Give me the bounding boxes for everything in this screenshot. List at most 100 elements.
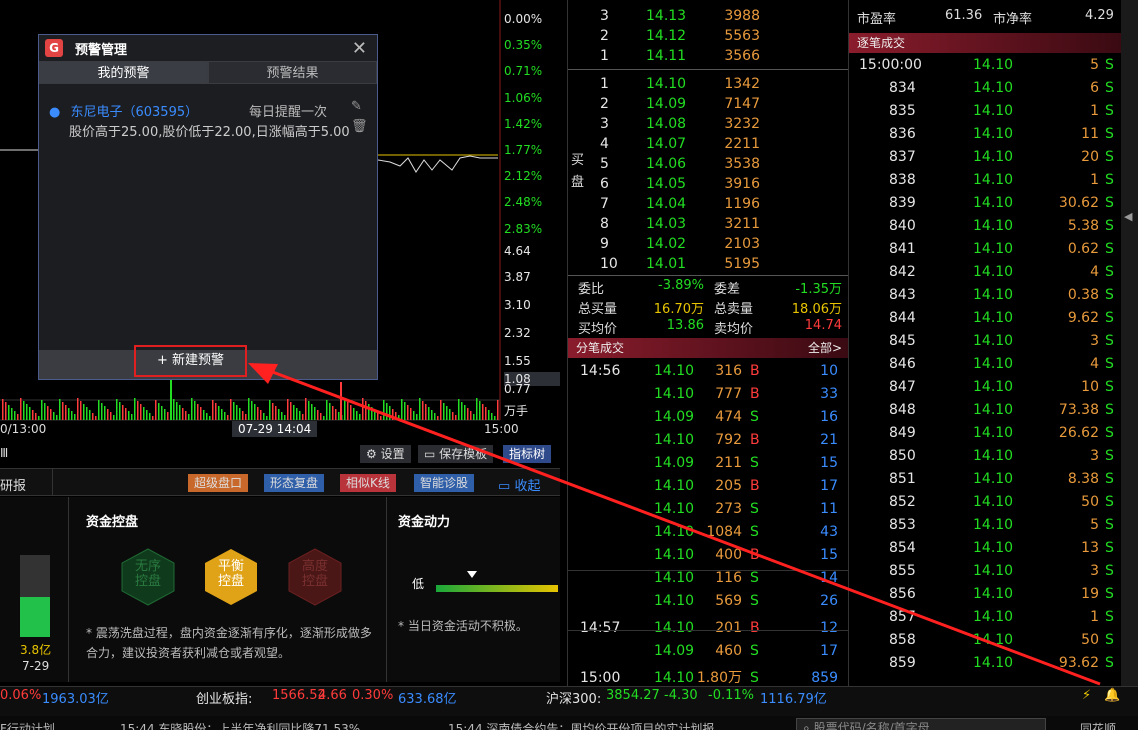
- smart-diagnosis-button[interactable]: 智能诊股: [414, 474, 475, 492]
- tick-row: 850 14.10 3 S: [849, 445, 1121, 468]
- alert-item[interactable]: ● 东尼电子（603595） 每日提醒一次 ✎: [49, 99, 369, 120]
- time-right-label: 15:00: [484, 422, 519, 436]
- tick-side: S: [1105, 287, 1114, 303]
- fenbi-count: 33: [820, 386, 838, 402]
- collapse-arrow-icon[interactable]: ◀: [1124, 210, 1132, 223]
- fenbi-row: 14.09 460 S 17: [568, 640, 848, 663]
- tick-side: S: [1105, 195, 1114, 211]
- fenbi-price: 14.09: [654, 643, 695, 659]
- sell-level-row: 1 14.11 3566: [568, 45, 848, 68]
- pb-value: 4.29: [1085, 8, 1114, 23]
- new-alert-button[interactable]: + 新建预警: [134, 345, 247, 377]
- pattern-review-button[interactable]: 形态复盘: [264, 474, 325, 492]
- dialog-tabs: 我的预警 预警结果: [39, 61, 377, 84]
- tick-volume: 0.62: [1067, 241, 1099, 257]
- pb-label: 市净率: [993, 12, 1033, 27]
- tick-side: S: [1105, 264, 1114, 280]
- tick-volume: 8.38: [1067, 471, 1099, 487]
- toolbar-bars-icon[interactable]: Ⅲ: [0, 446, 8, 460]
- cyb-label[interactable]: 创业板指:: [196, 688, 252, 707]
- tick-row: 840 14.10 5.38 S: [849, 215, 1121, 238]
- tick-id: 842: [889, 264, 916, 280]
- avg-sell-label: 卖均价: [714, 322, 754, 337]
- tick-id: 839: [889, 195, 916, 211]
- tick-id: 834: [889, 80, 916, 96]
- fenbi-all-link[interactable]: 全部>: [808, 338, 842, 358]
- volume-label: 1.55: [504, 354, 531, 368]
- tab-alert-results[interactable]: 预警结果: [208, 61, 377, 84]
- settings-button[interactable]: ⚙ 设置: [360, 445, 411, 463]
- bell-icon[interactable]: 🔔: [1104, 688, 1120, 703]
- tick-panel: 市盈率 61.36 市净率 4.29 逐笔成交 15:00:00 14.10 5 S 8…: [849, 0, 1121, 688]
- ticker-item[interactable]: 15:44 深南债合约告：周均价开份项目的实计划报: [448, 720, 714, 730]
- tick-price: 14.10: [973, 609, 1014, 625]
- tick-volume: 6: [1090, 80, 1099, 96]
- indicator-tree-button[interactable]: 指标树: [503, 445, 552, 463]
- tick-price: 14.10: [973, 172, 1014, 188]
- hs300-label[interactable]: 沪深300:: [546, 688, 601, 707]
- stock-search-input[interactable]: ⌕ 股票代码/名称/首字母: [796, 718, 1046, 730]
- collapse-icon: ▭: [498, 479, 511, 494]
- alert-manager-dialog: G 预警管理 ✕ 我的预警 预警结果 ● 东尼电子（603595） 每日提醒一次…: [38, 34, 378, 380]
- tick-volume: 5: [1090, 517, 1099, 533]
- tick-volume: 1: [1090, 103, 1099, 119]
- fenbi-side: B: [750, 478, 760, 494]
- fund-bar-value: 3.8亿: [20, 643, 52, 657]
- tick-row: 844 14.10 9.62 S: [849, 307, 1121, 330]
- tick-side: S: [1105, 218, 1114, 234]
- fenbi-side: B: [750, 432, 760, 448]
- ticker-item[interactable]: 15:44 东晓股份：上半年净利同比降71.53%: [120, 720, 360, 730]
- tick-id: 851: [889, 471, 916, 487]
- alert-frequency: 每日提醒一次: [249, 105, 328, 120]
- tick-id: 841: [889, 241, 916, 257]
- save-template-button[interactable]: ▭ 保存模板: [418, 445, 494, 463]
- tick-row: 857 14.10 1 S: [849, 606, 1121, 629]
- side-scroll-panel[interactable]: ◀: [1121, 0, 1138, 688]
- percent-label: 0.00%: [504, 12, 543, 26]
- level-price: 14.01: [646, 256, 687, 272]
- super-order-button[interactable]: 超级盘口: [188, 474, 249, 492]
- tick-row: 858 14.10 50 S: [849, 629, 1121, 652]
- tick-side: S: [1105, 425, 1114, 441]
- tick-volume: 4: [1090, 264, 1099, 280]
- search-icon: ⌕: [803, 721, 810, 730]
- tick-volume: 19: [1081, 586, 1099, 602]
- lightning-icon[interactable]: ⚡: [1082, 688, 1091, 703]
- report-tab[interactable]: 研报: [0, 475, 26, 494]
- divider: [568, 275, 848, 276]
- close-icon[interactable]: ✕: [352, 38, 367, 59]
- collapse-button[interactable]: ▭ 收起: [498, 475, 540, 494]
- delete-icon[interactable]: 🗑: [351, 119, 368, 134]
- tick-price: 14.10: [973, 494, 1014, 510]
- pe-label: 市盈率: [857, 12, 897, 27]
- tick-price: 14.10: [973, 632, 1014, 648]
- volume-label: 万手: [504, 404, 529, 418]
- order-book: 3 14.13 3988 2 14.12 5563 1 14.11 3566 买盘 1 14.10…: [568, 0, 848, 688]
- tick-price: 14.10: [973, 57, 1014, 73]
- tick-side: S: [1105, 356, 1114, 372]
- hs300-pct: -0.11%: [708, 688, 754, 703]
- tick-row: 855 14.10 3 S: [849, 560, 1121, 583]
- tick-side: S: [1105, 655, 1114, 671]
- fenbi-price: 14.10: [654, 478, 695, 494]
- dialog-header: G 预警管理 ✕: [39, 35, 377, 61]
- pe-value: 61.36: [945, 8, 983, 23]
- tick-price: 14.10: [973, 356, 1014, 372]
- edit-icon[interactable]: ✎: [351, 99, 362, 114]
- gear-icon: ⚙: [366, 447, 377, 461]
- tick-row: 835 14.10 1 S: [849, 100, 1121, 123]
- divider: [386, 497, 387, 682]
- volume-label: 3.10: [504, 298, 531, 312]
- ticker-item[interactable]: F行动计划: [0, 720, 55, 730]
- time-left-label: 0/13:00: [0, 422, 47, 436]
- tick-volume: 3: [1090, 563, 1099, 579]
- alert-condition: 股价高于25.00,股价低于22.00,日涨幅高于5.00: [69, 125, 349, 140]
- tick-id: 849: [889, 425, 916, 441]
- similar-kline-button[interactable]: 相似K线: [340, 474, 396, 492]
- fenbi-count: 11: [820, 501, 838, 517]
- volume-label: 0.77: [504, 382, 531, 396]
- login-link[interactable]: 同花顺: [1080, 720, 1116, 730]
- tick-volume: 11: [1081, 126, 1099, 142]
- tick-price: 14.10: [973, 540, 1014, 556]
- tab-my-alerts[interactable]: 我的预警: [39, 61, 208, 84]
